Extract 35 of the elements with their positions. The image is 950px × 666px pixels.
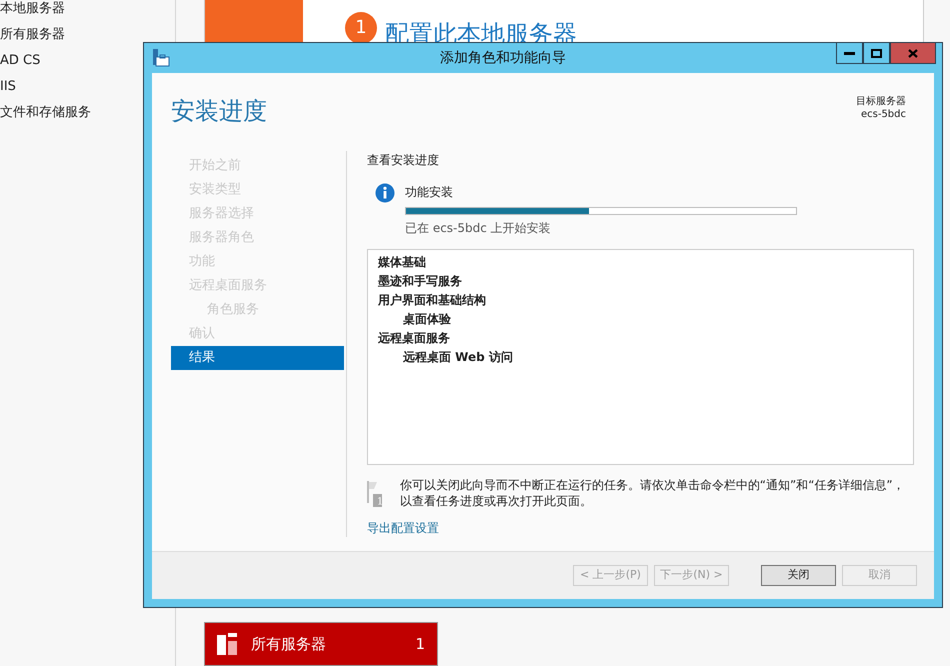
feature-item: 媒体基础	[378, 254, 427, 271]
section-title: 查看安装进度	[367, 152, 440, 169]
progress-status: 已在 ecs-5bdc 上开始安装	[405, 220, 552, 237]
step-number: 1	[345, 12, 377, 44]
target-name: ecs-5bdc	[860, 108, 906, 121]
servers-tile[interactable]: 所有服务器 1	[204, 622, 438, 666]
feature-item: 远程桌面 Web 访问	[402, 349, 514, 366]
server-toolbox-icon	[152, 49, 170, 67]
feature-item: 墨迹和手写服务	[378, 273, 463, 290]
minimize-button[interactable]	[836, 43, 862, 64]
close-icon	[908, 48, 918, 58]
feature-item: 桌面体验	[402, 311, 452, 328]
nav-item[interactable]: AD CS	[0, 52, 40, 70]
nav-item[interactable]: 所有服务器	[0, 26, 65, 44]
wizard-button[interactable]: 关闭	[761, 565, 836, 586]
wizard-step[interactable]: 结果	[171, 346, 344, 370]
close-button[interactable]	[890, 43, 936, 64]
export-link[interactable]: 导出配置设置	[367, 519, 439, 537]
nav-item[interactable]: 文件和存储服务	[0, 104, 91, 122]
nav-item[interactable]: IIS	[0, 78, 16, 96]
minimize-icon	[844, 52, 854, 54]
target-label: 目标服务器	[856, 95, 906, 108]
window-title: 添加角色和功能向导	[440, 50, 566, 66]
maximize-icon	[870, 48, 882, 58]
maximize-button[interactable]	[862, 43, 890, 64]
nav-item[interactable]: 本地服务器	[0, 0, 65, 18]
progress-title: 功能安装	[405, 184, 454, 201]
tile-label: 所有服务器	[251, 634, 327, 655]
info-note: 你可以关闭此向导而不中断正在运行的任务。请依次单击命令栏中的“通知”和“任务详细信息”，以查看任务进度或再次打开此页面。	[400, 477, 906, 509]
feature-item: 用户界面和基础结构	[378, 292, 487, 309]
page-heading: 安装进度	[171, 96, 267, 127]
info-icon	[375, 183, 395, 203]
servers-icon	[217, 633, 237, 655]
feature-item: 远程桌面服务	[378, 330, 451, 347]
tile-count: 1	[415, 634, 425, 655]
